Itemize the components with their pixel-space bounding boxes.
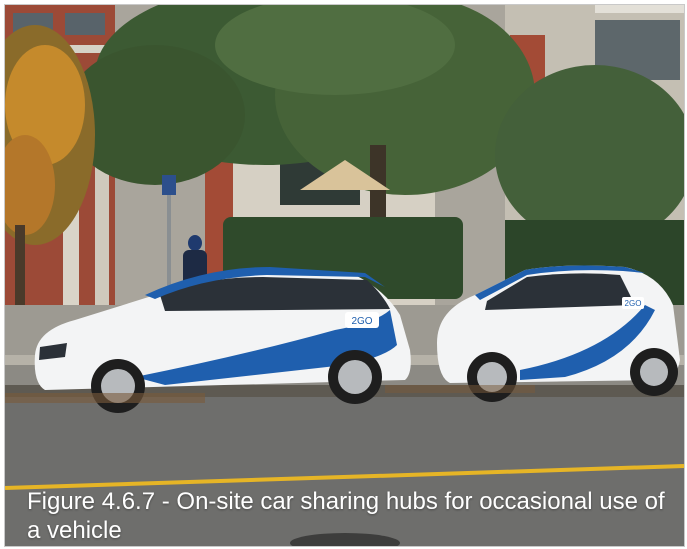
figure-frame: 2GO 2GO Figure 4.6.7 - On-site car shari… <box>4 4 685 547</box>
car-decal-left: 2GO <box>351 316 372 327</box>
figure-caption: Figure 4.6.7 - On-site car sharing hubs … <box>27 488 665 544</box>
street-photo: 2GO 2GO <box>5 5 684 546</box>
car-decal-right: 2GO <box>625 299 642 308</box>
